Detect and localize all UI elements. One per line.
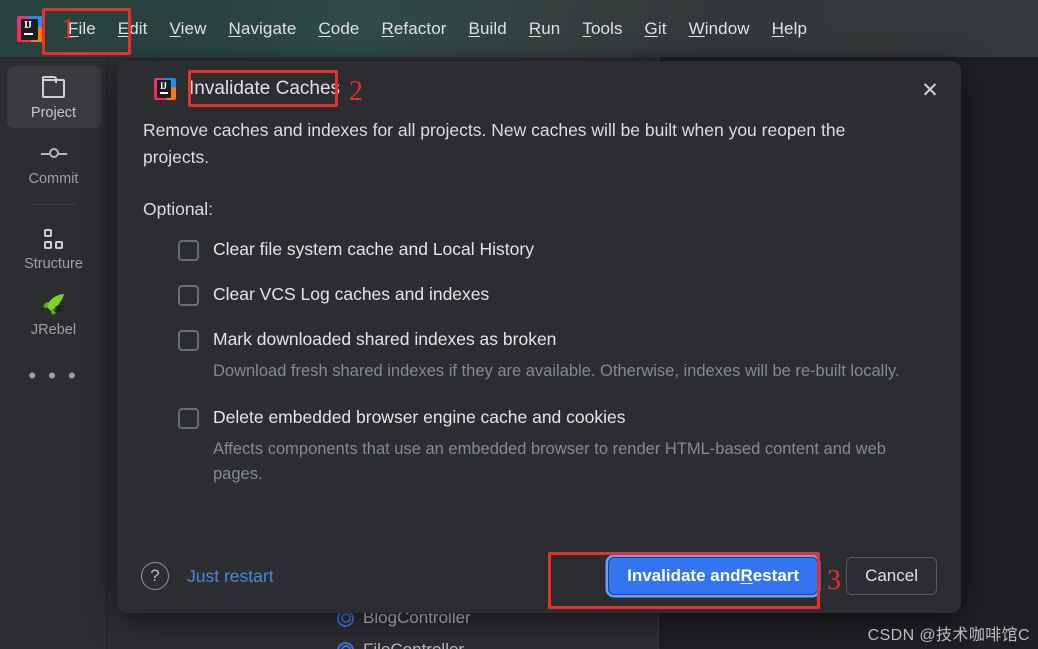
tree-item-filecontroller[interactable]: FileController	[337, 640, 464, 649]
sidebar-divider	[30, 204, 77, 205]
options-list: Clear file system cache and Local Histor…	[143, 238, 935, 487]
menu-item-refactor[interactable]: Refactor	[370, 16, 457, 42]
checkbox[interactable]	[178, 330, 199, 351]
menu-item-view[interactable]: View	[159, 16, 218, 42]
option-mark-shared-indexes-broken[interactable]: Mark downloaded shared indexes as broken	[178, 328, 935, 351]
option-help-text: Download fresh shared indexes if they ar…	[213, 362, 900, 380]
checkbox[interactable]	[178, 240, 199, 261]
menu-item-edit[interactable]: Edit	[107, 16, 159, 42]
option-delete-embedded-browser-cache[interactable]: Delete embedded browser engine cache and…	[178, 406, 935, 429]
folder-icon	[7, 75, 101, 101]
sidebar-item-label: Structure	[24, 256, 83, 272]
option-help-text: Affects components that use an embedded …	[213, 440, 886, 483]
structure-icon	[7, 226, 101, 252]
menu-item-tools[interactable]: Tools	[571, 16, 633, 42]
sidebar-item-project[interactable]: Project	[6, 66, 101, 128]
sidebar-item-label: Project	[30, 105, 77, 121]
cancel-button[interactable]: Cancel	[846, 557, 937, 595]
sidebar-item-label: Commit	[28, 171, 79, 187]
optional-label: Optional:	[143, 199, 214, 219]
checkbox[interactable]	[178, 408, 199, 429]
menu-item-git[interactable]: Git	[634, 16, 678, 42]
question-mark-icon[interactable]: ?	[141, 562, 169, 590]
just-restart-link[interactable]: Just restart	[187, 566, 274, 587]
invalidate-and-restart-button[interactable]: Invalidate and Restart	[608, 557, 819, 595]
intellij-idea-logo-icon: IJ	[17, 15, 43, 42]
option-clear-file-system-cache[interactable]: Clear file system cache and Local Histor…	[178, 238, 935, 261]
option-label: Clear VCS Log caches and indexes	[213, 284, 490, 304]
checkbox[interactable]	[178, 285, 199, 306]
option-label: Clear file system cache and Local Histor…	[213, 239, 534, 259]
sidebar-item-label: JRebel	[30, 322, 77, 338]
annotation-number-3: 3	[827, 565, 841, 596]
java-class-icon	[337, 641, 354, 649]
menu-item-window[interactable]: Window	[678, 16, 761, 42]
menu-bar: IJ File Edit View Navigate Code Refactor…	[0, 0, 1038, 57]
menu-item-help[interactable]: Help	[761, 16, 818, 42]
tree-item-label: FileController	[363, 640, 464, 649]
annotation-number-1: 1	[61, 14, 75, 45]
sidebar-more-button[interactable]: • • •	[0, 363, 107, 389]
svg-text:JR: JR	[54, 305, 64, 314]
menu-item-code[interactable]: Code	[307, 16, 370, 42]
tool-sidebar: Project Commit Structure JR JRebel • • •	[0, 57, 108, 649]
menu-item-build[interactable]: Build	[458, 16, 518, 42]
menu-item-run[interactable]: Run	[518, 16, 572, 42]
close-icon[interactable]: ✕	[915, 75, 945, 105]
app-window: BlogController FileController Project Co…	[0, 0, 1038, 649]
sidebar-item-commit[interactable]: Commit	[7, 132, 101, 194]
sidebar-item-jrebel[interactable]: JR JRebel	[7, 283, 101, 345]
dialog-titlebar: IJ Invalidate Caches ✕	[117, 61, 961, 117]
sidebar-item-structure[interactable]: Structure	[7, 217, 101, 279]
option-label: Mark downloaded shared indexes as broken	[213, 329, 557, 349]
watermark: CSDN @技术咖啡馆C	[867, 627, 1030, 644]
dialog-description: Remove caches and indexes for all projec…	[143, 120, 846, 167]
dialog-title: Invalidate Caches	[189, 78, 341, 99]
intellij-idea-logo-icon: IJ	[154, 78, 176, 100]
option-label: Delete embedded browser engine cache and…	[213, 407, 626, 427]
menu-item-navigate[interactable]: Navigate	[217, 16, 307, 42]
invalidate-caches-dialog: IJ Invalidate Caches ✕ Remove caches and…	[117, 61, 961, 613]
annotation-number-2: 2	[349, 76, 363, 107]
dialog-body: Remove caches and indexes for all projec…	[117, 117, 961, 487]
jrebel-rocket-icon: JR	[7, 292, 101, 318]
option-clear-vcs-log-caches[interactable]: Clear VCS Log caches and indexes	[178, 283, 935, 306]
commit-icon	[7, 141, 101, 167]
